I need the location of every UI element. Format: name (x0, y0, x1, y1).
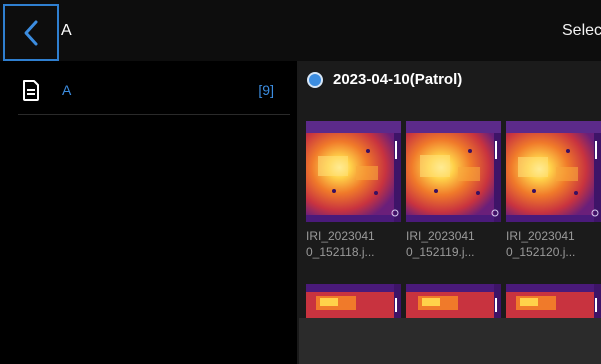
back-button[interactable] (3, 4, 59, 61)
thermal-image (406, 121, 501, 222)
group-label: 2023-04-10(Patrol) (333, 71, 463, 88)
thermal-image (506, 121, 601, 222)
thumbnail-caption: IRI_2023041 0_152118.j... (306, 229, 375, 259)
thermal-image (306, 121, 401, 222)
thumbnail-caption: IRI_2023041 0_152119.j... (406, 229, 475, 259)
top-bar: A Select (0, 0, 601, 61)
page-title: A (61, 22, 72, 39)
folder-item-a[interactable]: A [9] (18, 61, 290, 115)
folder-name: A (62, 82, 72, 98)
gallery-panel: 2023-04-10(Patrol) IRI_2023041 0_152118.… (299, 61, 601, 364)
bottom-action-bar (299, 318, 601, 364)
group-header[interactable]: 2023-04-10(Patrol) (307, 71, 462, 88)
thumbnail-image[interactable] (306, 121, 401, 222)
thumbnail-image[interactable] (506, 121, 601, 222)
thumbnail-caption: IRI_2023041 0_152120.j... (506, 229, 576, 259)
select-button[interactable]: Select (562, 22, 601, 40)
folder-sidebar: A [9] (0, 61, 297, 364)
chevron-left-icon (24, 20, 38, 45)
group-select-radio[interactable] (307, 71, 323, 88)
folder-count: [9] (258, 82, 274, 98)
document-icon (23, 80, 39, 101)
thumbnail-image[interactable] (406, 121, 501, 222)
